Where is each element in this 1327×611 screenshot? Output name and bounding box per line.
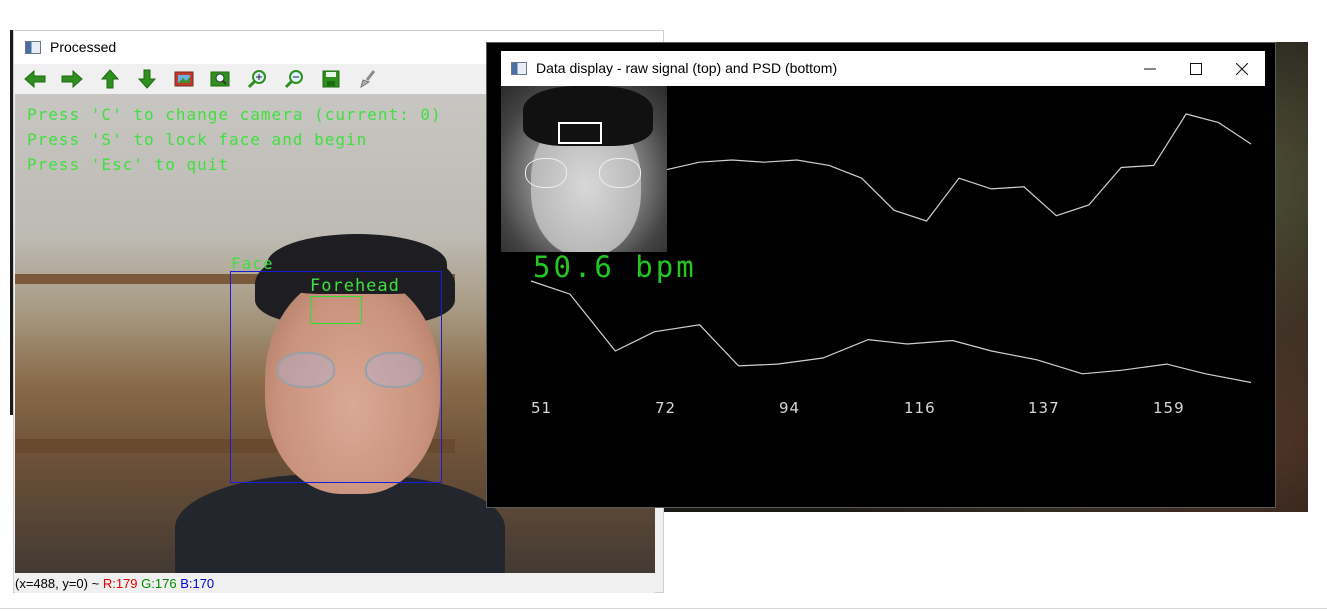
x-tick-label: 72	[655, 399, 677, 416]
zoom-out-icon	[284, 70, 303, 89]
close-button[interactable]	[1219, 51, 1265, 86]
arrow-up-icon	[101, 69, 119, 89]
x-tick-label: 51	[531, 399, 553, 416]
thumbnail-glasses-left	[525, 158, 567, 188]
forehead-box	[310, 296, 362, 324]
minimize-icon	[1144, 68, 1156, 69]
window-title: Processed	[50, 39, 117, 55]
arrow-right-icon	[61, 70, 83, 88]
raw-signal-line	[666, 113, 1252, 222]
plot-canvas: 50.6 bpm 51 72 94 116 137 159	[501, 86, 1265, 416]
zoom-out-button[interactable]	[282, 68, 306, 90]
thumbnail-glasses-right	[599, 158, 641, 188]
zoom-original-button[interactable]	[172, 68, 196, 90]
data-display-window: Data display - raw signal (top) and PSD …	[486, 42, 1276, 508]
pan-up-button[interactable]	[98, 68, 122, 90]
save-icon	[322, 70, 340, 88]
status-red: R:179	[102, 576, 138, 591]
save-button[interactable]	[319, 68, 343, 90]
zoom-image-icon	[210, 71, 230, 87]
close-icon	[1236, 62, 1248, 75]
minimize-button[interactable]	[1127, 51, 1173, 86]
app-window-icon	[511, 62, 527, 75]
overlay-line: Press 'S' to lock face and begin	[27, 130, 368, 149]
thumbnail-forehead-box	[558, 122, 602, 144]
zoom-in-button[interactable]	[245, 68, 269, 90]
pan-down-button[interactable]	[135, 68, 159, 90]
title-bar[interactable]: Data display - raw signal (top) and PSD …	[501, 51, 1265, 86]
pan-left-button[interactable]	[23, 68, 47, 90]
window-title: Data display - raw signal (top) and PSD …	[536, 60, 838, 76]
face-label: Face	[231, 254, 274, 273]
zoom-fit-button[interactable]	[208, 68, 232, 90]
psd-line	[530, 280, 1252, 384]
status-blue: B:170	[180, 576, 215, 591]
face-thumbnail	[501, 86, 667, 252]
x-tick-label: 94	[779, 399, 801, 416]
arrow-left-icon	[24, 70, 46, 88]
zoom-in-icon	[247, 70, 266, 89]
bpm-readout: 50.6 bpm	[533, 250, 697, 284]
x-tick-label: 116	[904, 399, 936, 416]
x-tick-label: 137	[1028, 399, 1060, 416]
image-icon	[174, 71, 194, 87]
overlay-line: Press 'Esc' to quit	[27, 155, 230, 174]
properties-button[interactable]	[356, 68, 380, 90]
arrow-down-icon	[138, 69, 156, 89]
x-tick-label: 159	[1153, 399, 1185, 416]
pan-right-button[interactable]	[60, 68, 84, 90]
app-window-icon	[25, 41, 41, 54]
brush-icon	[360, 70, 376, 89]
status-bar: (x=488, y=0) ~ R:179 G:176 B:170	[15, 575, 655, 593]
maximize-icon	[1190, 62, 1202, 75]
status-green: G:176	[141, 576, 177, 591]
forehead-label: Forehead	[310, 276, 400, 296]
maximize-button[interactable]	[1173, 51, 1219, 86]
overlay-line: Press 'C' to change camera (current: 0)	[27, 105, 442, 124]
taskbar-edge	[0, 608, 1327, 609]
status-coords: (x=488, y=0) ~	[15, 576, 103, 591]
